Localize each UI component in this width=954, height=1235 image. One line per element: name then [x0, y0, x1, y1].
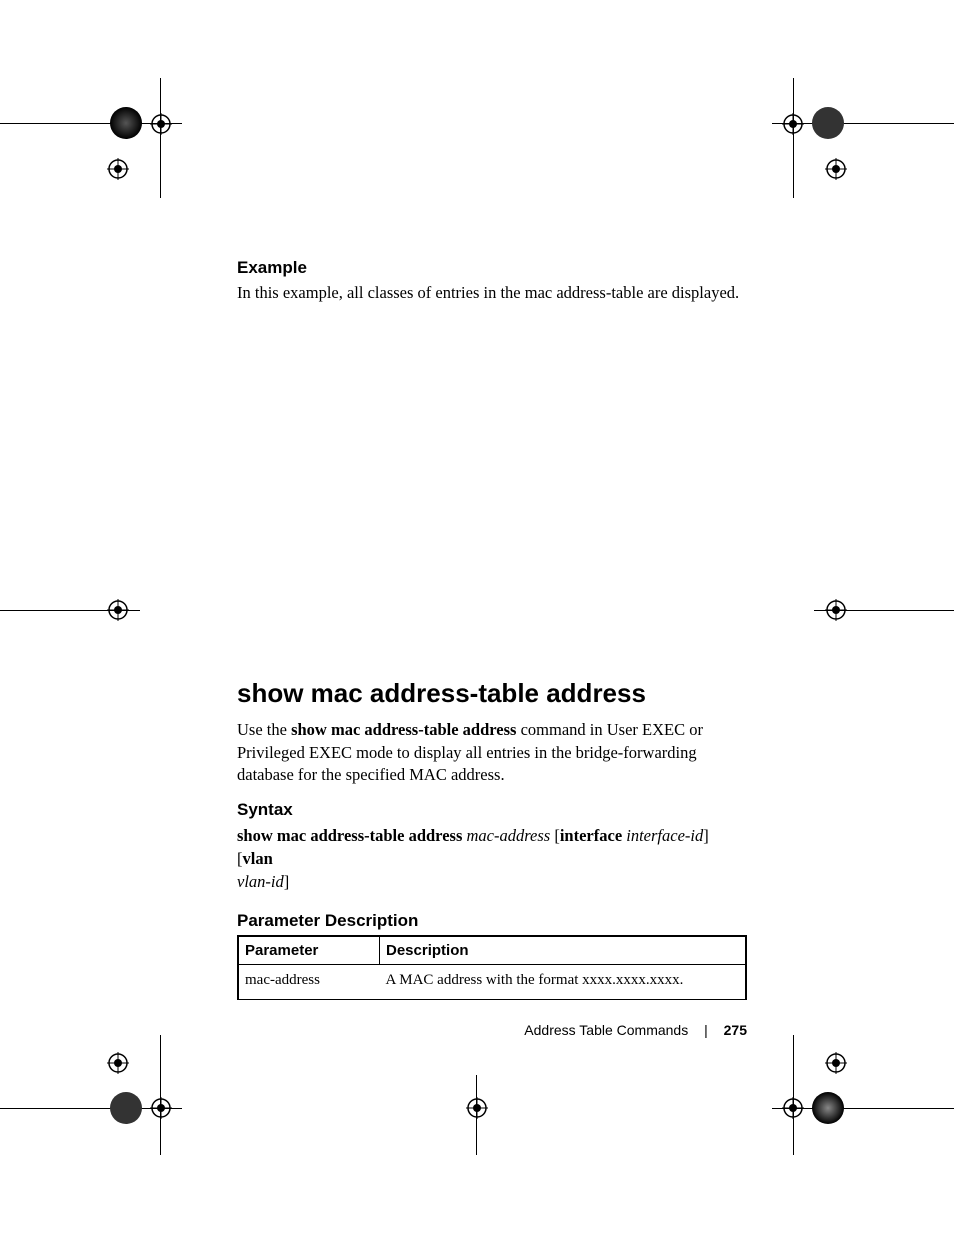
registration-mark-icon [825, 158, 847, 180]
registration-mark-icon [107, 158, 129, 180]
footer-separator: | [704, 1022, 708, 1038]
crop-line [0, 610, 140, 611]
example-heading: Example [237, 258, 747, 278]
registration-mark-icon [150, 113, 172, 135]
intro-paragraph: Use the show mac address-table address c… [237, 719, 747, 786]
page-number: 275 [724, 1022, 747, 1038]
cell-param: mac-address [238, 965, 380, 1000]
table-row: mac-address A MAC address with the forma… [238, 965, 746, 1000]
crop-line [476, 1075, 477, 1155]
syntax-kw-interface: interface [560, 826, 622, 845]
content-column: Example In this example, all classes of … [237, 258, 747, 1000]
crop-line [772, 123, 954, 124]
syntax-arg-mac: mac-address [467, 826, 551, 845]
example-body: In this example, all classes of entries … [237, 282, 747, 304]
registration-mark-icon [825, 1052, 847, 1074]
crop-line [793, 1035, 794, 1155]
page-footer: Address Table Commands | 275 [0, 1022, 747, 1038]
col-description: Description [380, 936, 747, 965]
cell-desc: A MAC address with the format xxxx.xxxx.… [380, 965, 747, 1000]
syntax-bracket: [ [550, 826, 560, 845]
syntax-arg-vlanid: vlan-id [237, 872, 284, 891]
col-parameter: Parameter [238, 936, 380, 965]
syntax-kw-vlan: vlan [243, 849, 273, 868]
crop-line [0, 1108, 182, 1109]
crop-line [814, 610, 954, 611]
crop-line [772, 1108, 954, 1109]
syntax-cmd: show mac address-table address [237, 826, 462, 845]
syntax-arg-ifid: interface-id [626, 826, 703, 845]
page: Example In this example, all classes of … [0, 0, 954, 1235]
crop-line [160, 78, 161, 198]
crop-line [160, 1035, 161, 1155]
table-header-row: Parameter Description [238, 936, 746, 965]
paramdesc-heading: Parameter Description [237, 911, 747, 931]
footer-section: Address Table Commands [524, 1022, 688, 1038]
crop-line [0, 123, 182, 124]
parameter-table: Parameter Description mac-address A MAC … [237, 935, 747, 1000]
syntax-line: show mac address-table address mac-addre… [237, 824, 747, 893]
intro-pre: Use the [237, 720, 291, 739]
intro-cmd: show mac address-table address [291, 720, 516, 739]
crop-line [793, 78, 794, 198]
registration-mark-icon [107, 1052, 129, 1074]
syntax-bracket: ] [284, 872, 290, 891]
registration-mark-icon [466, 1097, 488, 1119]
command-title: show mac address-table address [237, 678, 747, 709]
syntax-heading: Syntax [237, 800, 747, 820]
